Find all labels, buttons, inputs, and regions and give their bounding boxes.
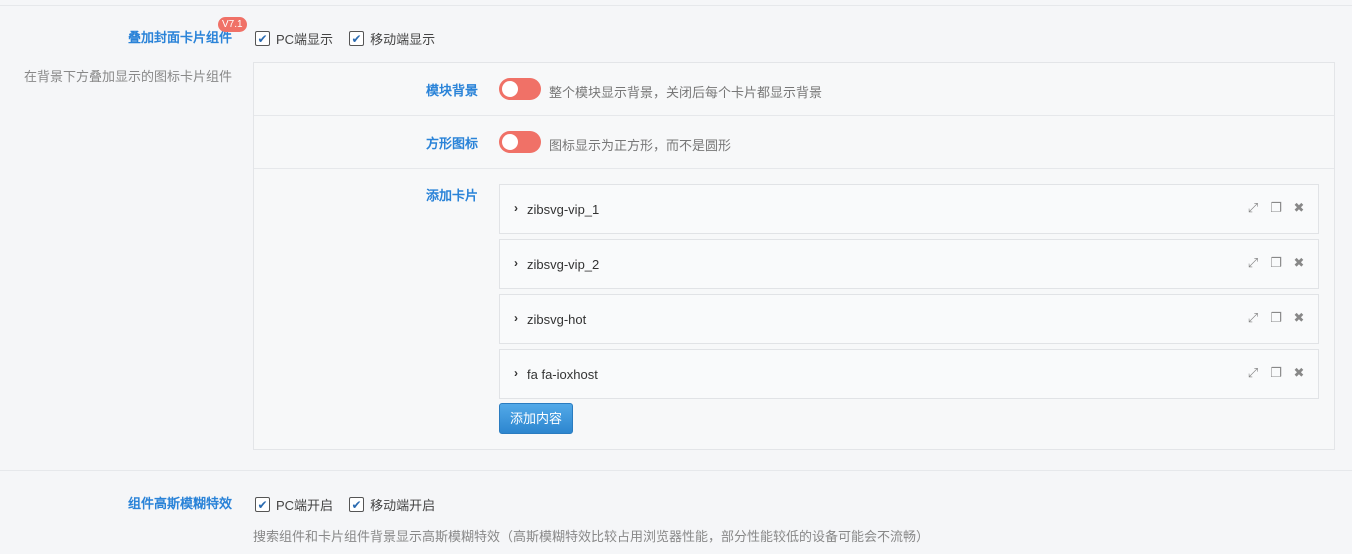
display-checkboxes: ✔ PC端显示 ✔ 移动端显示 bbox=[255, 29, 435, 48]
copy-icon[interactable]: ❐ bbox=[1269, 256, 1283, 270]
square-icon-label: 方形图标 bbox=[425, 136, 478, 151]
square-icon-row: 方形图标 图标显示为正方形，而不是圆形 bbox=[254, 116, 1334, 169]
card-actions: ⤢ ❐ ✖ bbox=[1246, 366, 1306, 380]
copy-icon[interactable]: ❐ bbox=[1269, 366, 1283, 380]
pc-blur-checkbox[interactable]: ✔ PC端开启 bbox=[255, 495, 333, 514]
chevron-right-icon[interactable]: › bbox=[514, 311, 518, 325]
card-item[interactable]: › zibsvg-vip_1 ⤢ ❐ ✖ bbox=[499, 184, 1319, 234]
card-item[interactable]: › fa fa-ioxhost ⤢ ❐ ✖ bbox=[499, 349, 1319, 399]
section-title-blur-effect: 组件高斯模糊特效 bbox=[127, 496, 232, 511]
card-actions: ⤢ ❐ ✖ bbox=[1246, 256, 1306, 270]
chevron-right-icon[interactable]: › bbox=[514, 256, 518, 270]
close-icon[interactable]: ✖ bbox=[1292, 256, 1306, 270]
expand-icon[interactable]: ⤢ bbox=[1246, 201, 1260, 215]
card-title: zibsvg-vip_1 bbox=[527, 202, 600, 217]
card-title: zibsvg-hot bbox=[527, 312, 587, 327]
module-bg-row: 模块背景 整个模块显示背景，关闭后每个卡片都显示背景 bbox=[254, 63, 1334, 116]
expand-icon[interactable]: ⤢ bbox=[1246, 366, 1260, 380]
close-icon[interactable]: ✖ bbox=[1292, 311, 1306, 325]
module-bg-toggle[interactable] bbox=[499, 78, 541, 100]
checkbox-label: 移动端开启 bbox=[370, 498, 436, 513]
expand-icon[interactable]: ⤢ bbox=[1246, 256, 1260, 270]
toggle-knob bbox=[502, 134, 518, 150]
copy-icon[interactable]: ❐ bbox=[1269, 311, 1283, 325]
check-icon[interactable]: ✔ bbox=[255, 497, 270, 512]
module-bg-hint: 整个模块显示背景，关闭后每个卡片都显示背景 bbox=[549, 85, 823, 100]
card-item[interactable]: › zibsvg-hot ⤢ ❐ ✖ bbox=[499, 294, 1319, 344]
expand-icon[interactable]: ⤢ bbox=[1246, 311, 1260, 325]
top-divider bbox=[0, 5, 1352, 6]
section-divider bbox=[0, 470, 1352, 471]
check-icon[interactable]: ✔ bbox=[255, 31, 270, 46]
overlay-cards-panel: 模块背景 整个模块显示背景，关闭后每个卡片都显示背景 方形图标 图标显示为正方形… bbox=[253, 62, 1335, 450]
card-item[interactable]: › zibsvg-vip_2 ⤢ ❐ ✖ bbox=[499, 239, 1319, 289]
square-icon-toggle[interactable] bbox=[499, 131, 541, 153]
blur-description: 搜索组件和卡片组件背景显示高斯模糊特效（高斯模糊特效比较占用浏览器性能，部分性能… bbox=[253, 529, 930, 544]
card-title: fa fa-ioxhost bbox=[527, 367, 598, 382]
square-icon-hint: 图标显示为正方形，而不是圆形 bbox=[549, 138, 732, 153]
card-actions: ⤢ ❐ ✖ bbox=[1246, 201, 1306, 215]
chevron-right-icon[interactable]: › bbox=[514, 366, 518, 380]
blur-checkboxes: ✔ PC端开启 ✔ 移动端开启 bbox=[255, 495, 435, 514]
card-actions: ⤢ ❐ ✖ bbox=[1246, 311, 1306, 325]
copy-icon[interactable]: ❐ bbox=[1269, 201, 1283, 215]
check-icon[interactable]: ✔ bbox=[349, 497, 365, 512]
checkbox-label: 移动端显示 bbox=[370, 32, 436, 47]
add-content-button[interactable]: 添加内容 bbox=[499, 403, 574, 434]
toggle-knob bbox=[502, 81, 518, 97]
section-title-overlay-cards: 叠加封面卡片组件 bbox=[127, 30, 232, 45]
mobile-display-checkbox[interactable]: ✔ 移动端显示 bbox=[349, 29, 435, 48]
version-badge: V7.1 bbox=[218, 17, 247, 32]
module-bg-label: 模块背景 bbox=[425, 83, 478, 98]
checkbox-label: PC端显示 bbox=[276, 32, 334, 47]
close-icon[interactable]: ✖ bbox=[1292, 201, 1306, 215]
close-icon[interactable]: ✖ bbox=[1292, 366, 1306, 380]
checkbox-label: PC端开启 bbox=[276, 498, 334, 513]
mobile-blur-checkbox[interactable]: ✔ 移动端开启 bbox=[349, 495, 435, 514]
add-cards-label: 添加卡片 bbox=[425, 188, 478, 203]
pc-display-checkbox[interactable]: ✔ PC端显示 bbox=[255, 29, 333, 48]
section-description: 在背景下方叠加显示的图标卡片组件 bbox=[23, 69, 232, 84]
card-title: zibsvg-vip_2 bbox=[527, 257, 600, 272]
check-icon[interactable]: ✔ bbox=[349, 31, 365, 46]
chevron-right-icon[interactable]: › bbox=[514, 201, 518, 215]
